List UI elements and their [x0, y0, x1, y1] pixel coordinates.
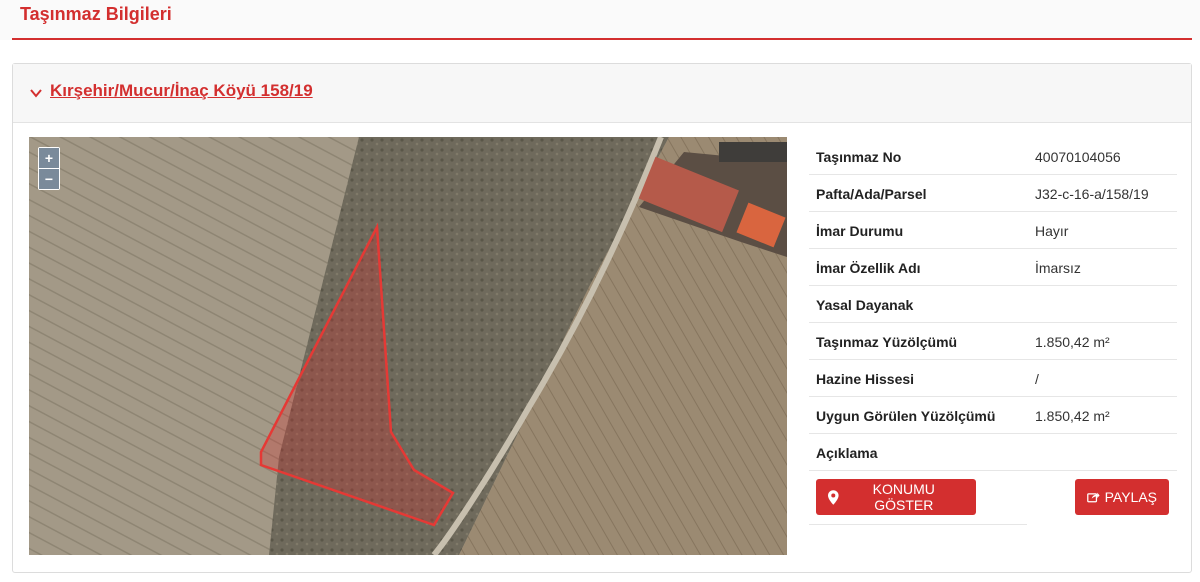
- info-value: /: [1035, 371, 1039, 387]
- info-label: Taşınmaz Yüzölçümü: [816, 334, 958, 350]
- info-row-zoning-status: İmar Durumu Hayır: [809, 212, 1177, 249]
- info-value: 40070104056: [1035, 149, 1121, 165]
- share-label: PAYLAŞ: [1104, 489, 1157, 505]
- info-value: İmarsız: [1035, 260, 1081, 276]
- map-imagery: [29, 137, 787, 555]
- satellite-map[interactable]: + −: [29, 137, 787, 555]
- info-value: Hayır: [1035, 223, 1069, 239]
- info-row-zoning-feature: İmar Özellik Adı İmarsız: [809, 249, 1177, 286]
- info-label: Uygun Görülen Yüzölçümü: [816, 408, 996, 424]
- info-label: Yasal Dayanak: [816, 297, 914, 313]
- action-buttons: KONUMU GÖSTER PAYLAŞ: [809, 471, 1169, 525]
- page-header: Taşınmaz Bilgileri: [0, 0, 1200, 40]
- info-row-legal-basis: Yasal Dayanak: [809, 286, 1177, 323]
- info-row-parcel-no: Taşınmaz No 40070104056: [809, 138, 1177, 175]
- info-row-sheet-block-parcel: Pafta/Ada/Parsel J32-c-16-a/158/19: [809, 175, 1177, 212]
- share-button[interactable]: PAYLAŞ: [1075, 479, 1169, 515]
- share-icon: [1087, 492, 1100, 503]
- zoom-out-button[interactable]: −: [39, 169, 59, 189]
- info-label: İmar Özellik Adı: [816, 260, 921, 276]
- info-label: Taşınmaz No: [816, 149, 902, 165]
- info-value: 1.850,42 m²: [1035, 408, 1110, 424]
- info-label: Hazine Hissesi: [816, 371, 915, 387]
- info-label: Açıklama: [816, 445, 878, 461]
- header-divider: [12, 38, 1192, 40]
- page-title: Taşınmaz Bilgileri: [20, 4, 172, 24]
- info-row-treasury-share: Hazine Hissesi /: [809, 360, 1177, 397]
- info-row-area: Taşınmaz Yüzölçümü 1.850,42 m²: [809, 323, 1177, 360]
- show-location-label: KONUMU GÖSTER: [872, 481, 935, 513]
- parcel-card: Kırşehir/Mucur/İnaç Köyü 158/19 + − Taşı…: [12, 63, 1192, 573]
- parcel-location-link[interactable]: Kırşehir/Mucur/İnaç Köyü 158/19: [50, 81, 313, 101]
- info-row-description: Açıklama: [809, 434, 1177, 471]
- info-row-approved-area: Uygun Görülen Yüzölçümü 1.850,42 m²: [809, 397, 1177, 434]
- chevron-down-icon[interactable]: [29, 86, 43, 100]
- info-value: 1.850,42 m²: [1035, 334, 1110, 350]
- info-label: Pafta/Ada/Parsel: [816, 186, 927, 202]
- info-label: İmar Durumu: [816, 223, 904, 239]
- parcel-card-header[interactable]: Kırşehir/Mucur/İnaç Köyü 158/19: [13, 64, 1191, 123]
- info-value: J32-c-16-a/158/19: [1035, 186, 1149, 202]
- zoom-in-button[interactable]: +: [39, 148, 59, 168]
- map-zoom-control: + −: [38, 147, 60, 190]
- map-marker-icon: [828, 489, 839, 505]
- show-location-button[interactable]: KONUMU GÖSTER: [816, 479, 976, 515]
- property-info-table: Taşınmaz No 40070104056 Pafta/Ada/Parsel…: [809, 138, 1177, 525]
